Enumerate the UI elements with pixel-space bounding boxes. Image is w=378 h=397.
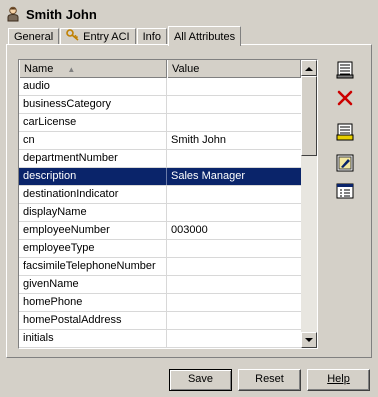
tab-panel: Name ▲ Value audio businessCategory carL… bbox=[6, 44, 372, 358]
tab-bar: General Entry ACI Info All Attributes bbox=[8, 26, 242, 46]
table-row[interactable]: givenName bbox=[19, 276, 301, 294]
vertical-scrollbar[interactable] bbox=[301, 60, 317, 348]
scroll-down-button[interactable] bbox=[301, 332, 317, 348]
edit-attribute-icon bbox=[336, 123, 354, 141]
table-row[interactable]: cn Smith John bbox=[19, 132, 301, 150]
table-row[interactable]: destinationIndicator bbox=[19, 186, 301, 204]
attribute-name: cn bbox=[19, 132, 167, 149]
table-row[interactable]: departmentNumber bbox=[19, 150, 301, 168]
attribute-name: initials bbox=[19, 330, 167, 347]
attribute-value: Smith John bbox=[171, 134, 227, 146]
properties-icon bbox=[336, 183, 354, 199]
edit-value-button[interactable] bbox=[333, 151, 357, 175]
table-row[interactable]: homePhone bbox=[19, 294, 301, 312]
table-row[interactable]: facsimileTelephoneNumber bbox=[19, 258, 301, 276]
attribute-name: carLicense bbox=[19, 114, 167, 131]
reset-button[interactable]: Reset bbox=[238, 369, 301, 391]
attribute-value bbox=[167, 204, 301, 221]
attribute-value: 003000 bbox=[171, 224, 208, 236]
add-attribute-button[interactable] bbox=[333, 58, 357, 82]
add-attribute-icon bbox=[336, 61, 354, 79]
key-icon bbox=[66, 28, 80, 46]
attribute-name: givenName bbox=[19, 276, 167, 293]
delete-icon bbox=[337, 90, 353, 106]
attribute-value bbox=[167, 312, 301, 329]
attribute-name: destinationIndicator bbox=[19, 186, 167, 203]
table-row[interactable]: businessCategory bbox=[19, 96, 301, 114]
attribute-name: homePhone bbox=[19, 294, 167, 311]
sort-asc-icon: ▲ bbox=[67, 64, 76, 74]
column-header-value[interactable]: Value bbox=[167, 60, 301, 78]
tab-label: Entry ACI bbox=[83, 31, 130, 43]
attribute-name: facsimileTelephoneNumber bbox=[19, 258, 167, 275]
attribute-value: Sales Manager bbox=[171, 170, 245, 182]
attribute-name: homePostalAddress bbox=[19, 312, 167, 329]
table-row-selected[interactable]: description Sales Manager bbox=[19, 168, 301, 186]
attribute-name: businessCategory bbox=[19, 96, 167, 113]
attribute-value bbox=[167, 330, 301, 347]
attribute-value bbox=[167, 186, 301, 203]
tab-entry-aci[interactable]: Entry ACI bbox=[60, 28, 136, 46]
table-row[interactable]: displayName bbox=[19, 204, 301, 222]
delete-attribute-button[interactable] bbox=[333, 86, 357, 110]
table-body: audio businessCategory carLicense cn Smit… bbox=[19, 78, 301, 348]
attribute-value bbox=[167, 276, 301, 293]
attribute-name: employeeType bbox=[19, 240, 167, 257]
table-row[interactable]: audio bbox=[19, 78, 301, 96]
window-header: Smith John bbox=[6, 4, 97, 24]
help-button[interactable]: Help bbox=[307, 369, 370, 391]
attribute-value bbox=[167, 294, 301, 311]
tab-info[interactable]: Info bbox=[136, 28, 167, 45]
table-header: Name ▲ Value bbox=[19, 60, 301, 78]
table-row[interactable]: employeeType bbox=[19, 240, 301, 258]
edit-value-icon bbox=[336, 154, 354, 172]
table-row[interactable]: employeeNumber 003000 bbox=[19, 222, 301, 240]
tab-label: Info bbox=[142, 31, 161, 43]
attribute-name: audio bbox=[19, 78, 167, 95]
attribute-name: description bbox=[19, 168, 167, 185]
arrow-up-icon bbox=[305, 66, 313, 71]
properties-button[interactable] bbox=[333, 179, 357, 203]
attribute-name: employeeNumber bbox=[19, 222, 167, 239]
attribute-value bbox=[167, 114, 301, 131]
edit-attribute-button[interactable] bbox=[333, 120, 357, 144]
attribute-value bbox=[167, 96, 301, 113]
attribute-value bbox=[167, 78, 301, 95]
tab-general[interactable]: General bbox=[8, 28, 60, 45]
page-title: Smith John bbox=[26, 6, 97, 22]
user-icon bbox=[6, 6, 20, 22]
table-row[interactable]: initials bbox=[19, 330, 301, 348]
help-button-label: Help bbox=[327, 373, 350, 385]
tab-label: General bbox=[14, 31, 54, 43]
table-row[interactable]: carLicense bbox=[19, 114, 301, 132]
attribute-name: departmentNumber bbox=[19, 150, 167, 167]
scrollbar-thumb[interactable] bbox=[301, 76, 317, 156]
arrow-down-icon bbox=[305, 337, 313, 342]
attribute-value bbox=[167, 258, 301, 275]
attribute-value bbox=[167, 240, 301, 257]
attributes-table: Name ▲ Value audio businessCategory carL… bbox=[18, 59, 318, 349]
scroll-up-button[interactable] bbox=[301, 60, 317, 76]
tab-all-attributes[interactable]: All Attributes bbox=[167, 26, 242, 46]
table-row[interactable]: homePostalAddress bbox=[19, 312, 301, 330]
tab-label: All Attributes bbox=[173, 30, 236, 43]
save-button[interactable]: Save bbox=[169, 369, 232, 391]
attribute-name: displayName bbox=[19, 204, 167, 221]
column-header-name[interactable]: Name ▲ bbox=[19, 60, 167, 78]
attribute-value bbox=[167, 150, 301, 167]
